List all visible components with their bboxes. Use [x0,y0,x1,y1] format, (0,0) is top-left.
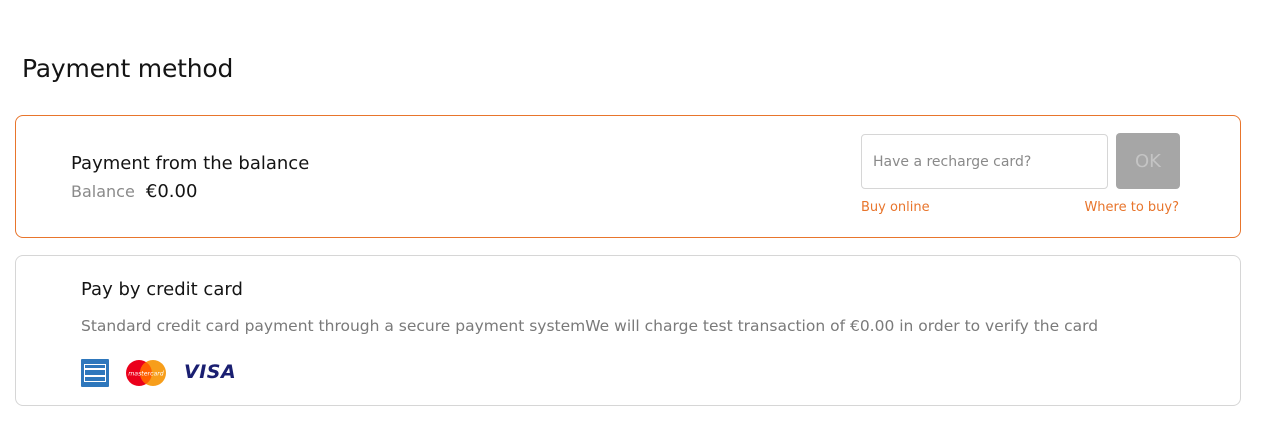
credit-card-payment-option[interactable]: Pay by credit card Standard credit card … [15,255,1241,406]
payment-page: Payment method Payment from the balance … [0,0,1268,438]
credit-option-description: Standard credit card payment through a s… [81,317,1099,335]
balance-row: Balance €0.00 [71,180,197,204]
buy-online-link[interactable]: Buy online [861,199,930,217]
mastercard-logo: mastercard [126,360,166,386]
amex-logo [81,359,109,387]
balance-payment-option[interactable]: Payment from the balance Balance €0.00 O… [15,115,1241,238]
balance-label: Balance [71,182,135,201]
recharge-card-input[interactable] [861,134,1108,189]
visa-logo: VISA [184,361,237,383]
balance-option-title: Payment from the balance [71,153,310,174]
ok-button[interactable]: OK [1116,133,1180,189]
credit-option-title: Pay by credit card [81,279,243,300]
balance-value: €0.00 [145,181,198,202]
page-title: Payment method [22,54,234,83]
where-to-buy-link[interactable]: Where to buy? [1084,199,1179,217]
mastercard-wordmark: mastercard [128,370,164,378]
